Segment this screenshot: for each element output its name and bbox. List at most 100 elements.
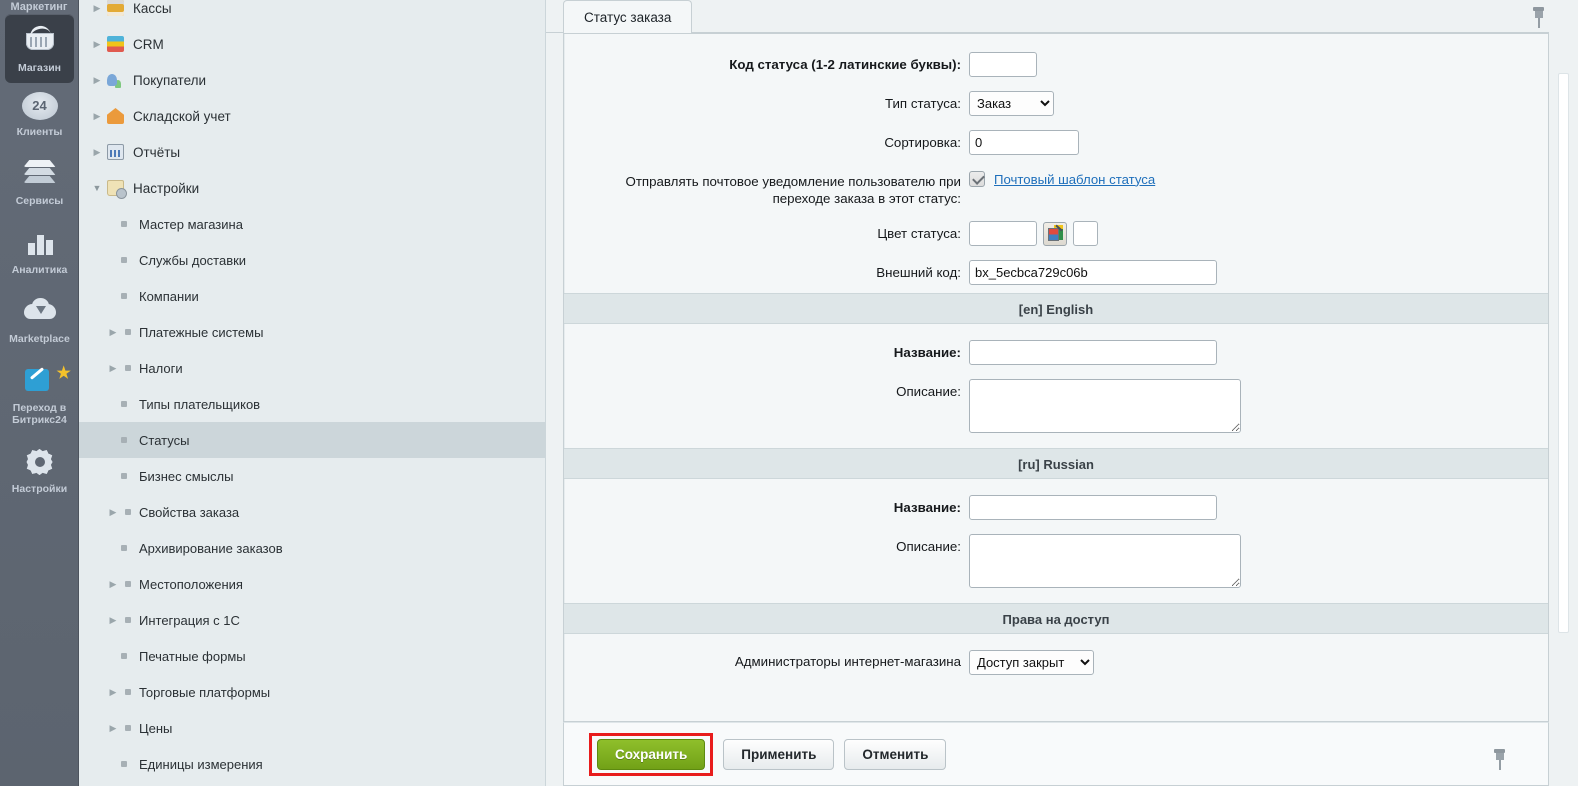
chevron-right-icon[interactable]: ▶ [89, 39, 105, 50]
tree-item-integraciya-s-1c[interactable]: ▶ Интеграция с 1С [79, 602, 545, 638]
rail-item-label: Клиенты [16, 126, 63, 138]
tree-item-label: Бизнес смыслы [139, 468, 234, 484]
field-row-sort: Сортировка: [564, 130, 1548, 155]
cancel-button[interactable]: Отменить [844, 738, 947, 770]
field-row-desc-en: Описание: [564, 379, 1548, 438]
chevron-right-icon[interactable]: ▶ [105, 687, 121, 698]
rail-item-label: Переход в Битрикс24 [12, 402, 67, 426]
rail-item-magazin[interactable]: Магазин [5, 14, 74, 83]
rail-item-servisy[interactable]: Сервисы [0, 147, 79, 216]
tree-item-pechatnye-formy[interactable]: ▶ Печатные формы [79, 638, 545, 674]
tree-item-label: CRM [133, 36, 164, 52]
bar-chart-icon [20, 225, 60, 259]
rail-item-marketing-partial[interactable]: Маркетинг [0, 0, 78, 14]
chevron-right-icon[interactable]: ▶ [105, 579, 121, 590]
color-palette-icon[interactable] [1043, 221, 1067, 246]
navigation-tree-panel[interactable]: ▶ Кассы ▶ CRM ▶ Покупатели ▶ Складской у… [79, 0, 546, 786]
save-button-highlight-wrapper: Сохранить [589, 732, 714, 776]
tree-item-sluzhby-dostavki[interactable]: ▶ Службы доставки [79, 242, 545, 278]
tree-item-torgovye-platformy[interactable]: ▶ Торговые платформы [79, 674, 545, 710]
rail-item-marketplace[interactable]: Marketplace [0, 285, 79, 354]
basket-icon [20, 23, 60, 57]
chevron-down-icon[interactable]: ▼ [89, 183, 105, 193]
chevron-right-icon[interactable]: ▶ [105, 615, 121, 626]
status-color-input[interactable] [969, 221, 1037, 246]
name-en-input[interactable] [969, 340, 1217, 365]
status-code-label: Код статуса (1-2 латинские буквы): [729, 57, 961, 72]
tree-item-master-magazina[interactable]: ▶ Мастер магазина [79, 206, 545, 242]
sort-label: Сортировка: [884, 135, 961, 150]
rail-item-label: Аналитика [11, 264, 68, 276]
tree-item-label: Типы плательщиков [139, 396, 261, 412]
tree-item-statusy[interactable]: ▶ Статусы [79, 422, 545, 458]
access-level-select[interactable]: Доступ закрыт [969, 650, 1094, 675]
tree-item-edinicy-izmereniya[interactable]: ▶ Единицы измерения [79, 746, 545, 782]
mail-template-link[interactable]: Почтовый шаблон статуса [994, 172, 1155, 187]
chevron-right-icon[interactable]: ▶ [89, 111, 105, 122]
chevron-right-icon[interactable]: ▶ [105, 723, 121, 734]
status-type-label: Тип статуса: [884, 96, 961, 111]
scrollbar-thumb[interactable] [1558, 73, 1569, 633]
field-row-status-code: Код статуса (1-2 латинские буквы): [564, 52, 1548, 77]
section-header-access: Права на доступ [564, 603, 1548, 634]
tab-strip: Статус заказа [546, 0, 1578, 33]
status-type-select[interactable]: Заказ [969, 91, 1054, 116]
notify-checkbox[interactable] [969, 171, 985, 187]
tree-item-otchety[interactable]: ▶ Отчёты [79, 134, 545, 170]
gear-icon [20, 444, 60, 478]
field-row-status-type: Тип статуса: Заказ [564, 91, 1548, 116]
chevron-right-icon[interactable]: ▶ [105, 327, 121, 338]
tree-item-kompanii[interactable]: ▶ Компании [79, 278, 545, 314]
settings-bag-icon [105, 180, 127, 198]
apply-button[interactable]: Применить [723, 738, 835, 770]
external-code-input[interactable] [969, 260, 1217, 285]
tree-item-nastroyki[interactable]: ▼ Настройки [79, 170, 545, 206]
layers-icon [20, 156, 60, 190]
field-row-status-color: Цвет статуса: [564, 221, 1548, 246]
desc-ru-textarea[interactable] [969, 534, 1241, 588]
rail-item-label: Магазин [17, 62, 62, 74]
cash-register-icon [105, 0, 127, 16]
tree-item-svoystva-zakaza[interactable]: ▶ Свойства заказа [79, 494, 545, 530]
rail-item-analitika[interactable]: Аналитика [0, 216, 79, 285]
chevron-right-icon[interactable]: ▶ [89, 75, 105, 86]
pin-icon[interactable] [1493, 749, 1506, 771]
rail-item-nastroyki[interactable]: Настройки [0, 435, 79, 504]
tree-item-ceny[interactable]: ▶ Цены [79, 710, 545, 746]
pin-icon[interactable] [1532, 7, 1545, 29]
rail-item-bitrix24[interactable]: ★ Переход в Битрикс24 [0, 354, 79, 435]
tab-status-zakaza[interactable]: Статус заказа [563, 0, 693, 33]
tree-item-platezhnye-sistemy[interactable]: ▶ Платежные системы [79, 314, 545, 350]
tree-item-tipy-platelshchikov[interactable]: ▶ Типы плательщиков [79, 386, 545, 422]
external-code-label: Внешний код: [876, 265, 961, 280]
tree-item-nalogi[interactable]: ▶ Налоги [79, 350, 545, 386]
status-form-panel: Код статуса (1-2 латинские буквы): Тип с… [563, 33, 1549, 722]
tree-item-label: Складской учет [133, 108, 231, 124]
tree-item-label: Единицы измерения [139, 756, 263, 772]
tree-item-mestopolozheniya[interactable]: ▶ Местоположения [79, 566, 545, 602]
tree-item-pokupateli[interactable]: ▶ Покупатели [79, 62, 545, 98]
tree-item-arhivirovanie-zakazov[interactable]: ▶ Архивирование заказов [79, 530, 545, 566]
rail-item-klienty[interactable]: 24 Клиенты [0, 83, 79, 147]
tree-item-label: Торговые платформы [139, 684, 271, 700]
desc-en-label: Описание: [896, 384, 961, 399]
form-vertical-scrollbar[interactable] [1556, 33, 1571, 786]
tree-item-skladskoy-uchet[interactable]: ▶ Складской учет [79, 98, 545, 134]
rail-item-label: Сервисы [15, 195, 64, 207]
pin-panel-bottom-button[interactable] [1493, 749, 1506, 771]
chevron-right-icon[interactable]: ▶ [105, 363, 121, 374]
save-button[interactable]: Сохранить [597, 738, 706, 770]
tree-item-label: Кассы [133, 0, 172, 16]
chevron-right-icon[interactable]: ▶ [105, 507, 121, 518]
status-code-input[interactable] [969, 52, 1037, 77]
sort-input[interactable] [969, 130, 1079, 155]
tree-item-biznes-smysly[interactable]: ▶ Бизнес смыслы [79, 458, 545, 494]
name-ru-input[interactable] [969, 495, 1217, 520]
tree-item-kassy[interactable]: ▶ Кассы [79, 0, 545, 26]
chevron-right-icon[interactable]: ▶ [89, 3, 105, 14]
desc-en-textarea[interactable] [969, 379, 1241, 433]
tree-item-crm[interactable]: ▶ CRM [79, 26, 545, 62]
color-preview-swatch[interactable] [1073, 221, 1098, 246]
chevron-right-icon[interactable]: ▶ [89, 147, 105, 158]
pin-panel-top-button[interactable] [1532, 7, 1545, 29]
